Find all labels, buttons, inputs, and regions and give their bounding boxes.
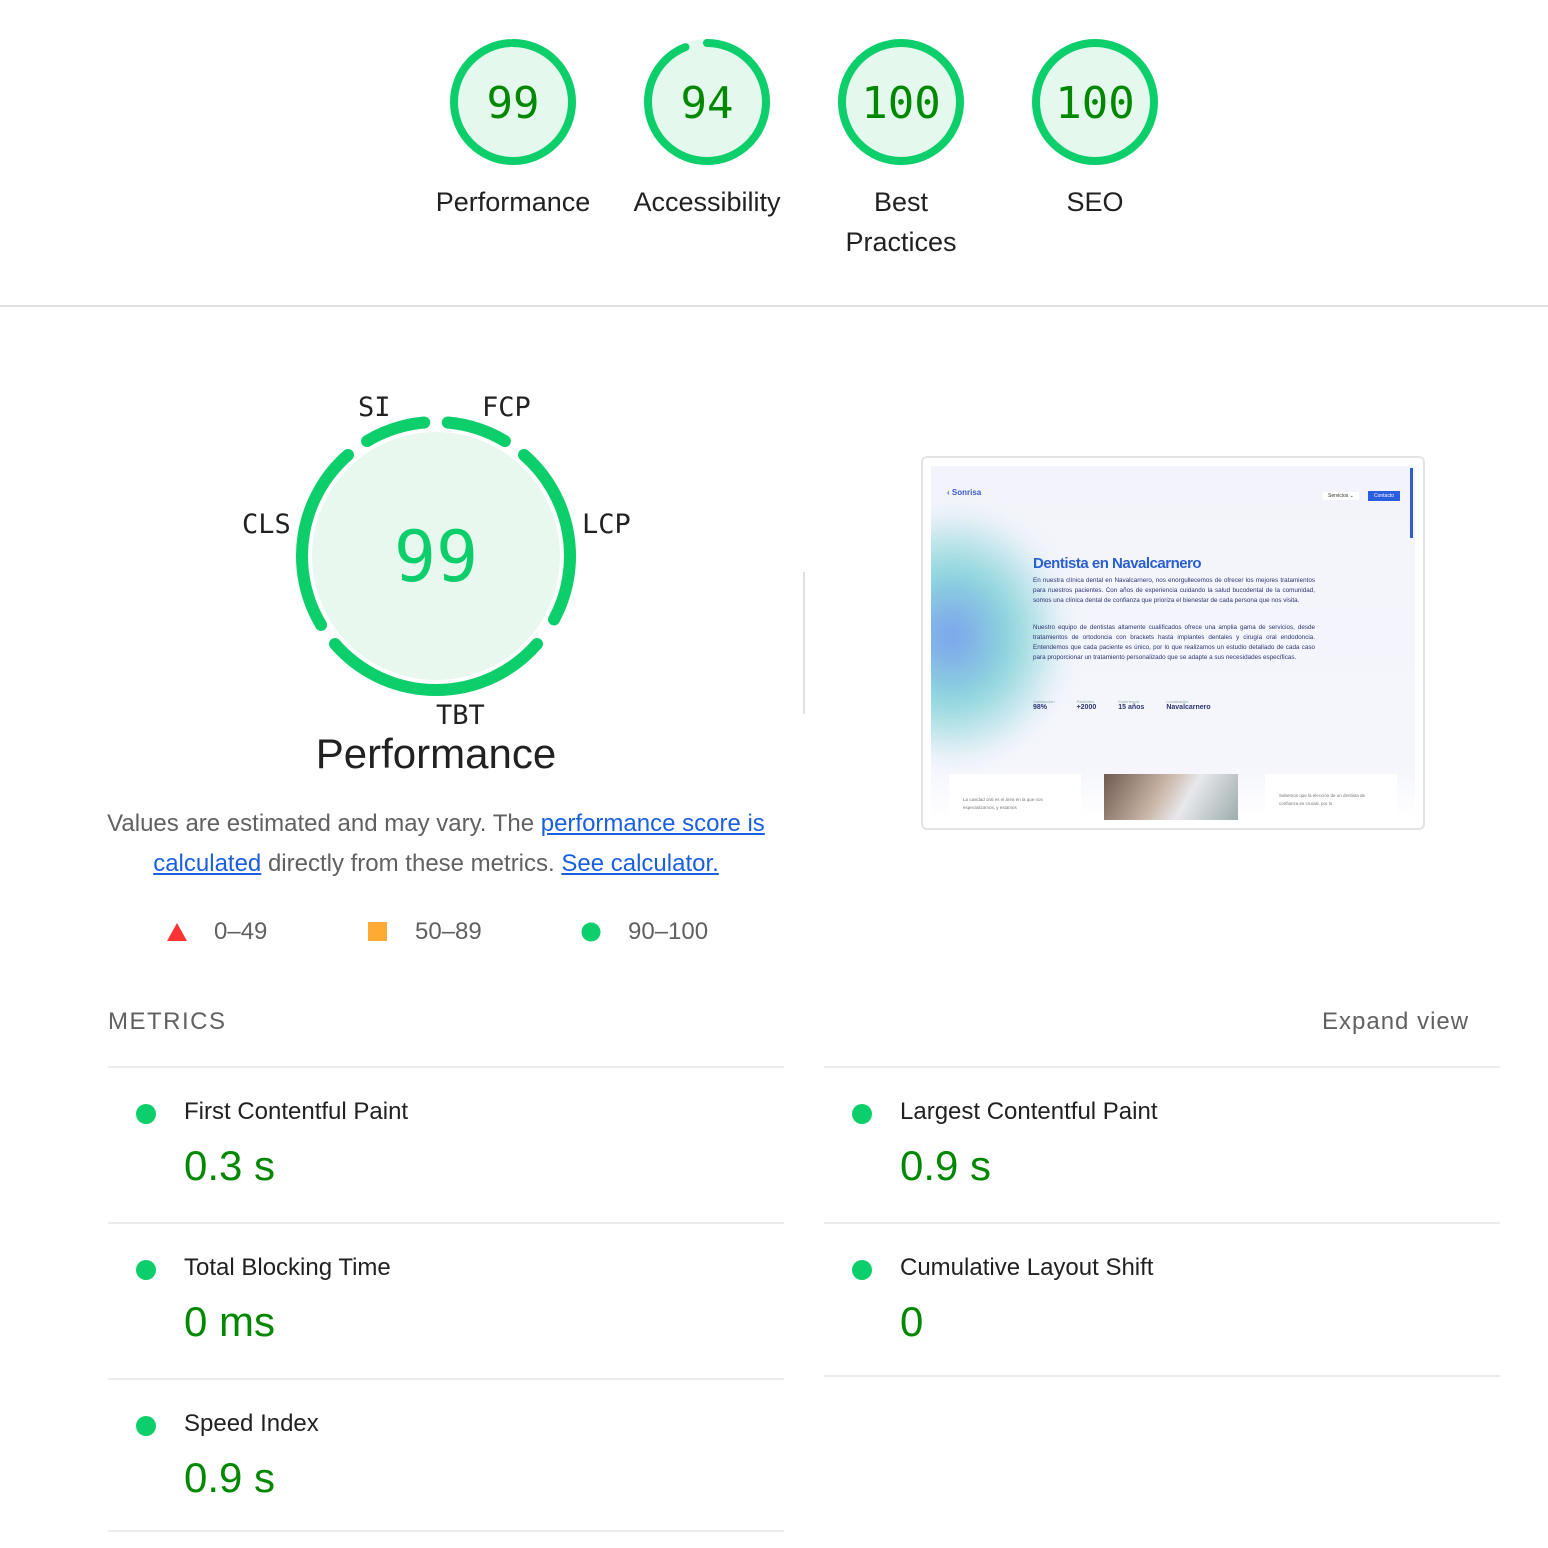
- vertical-divider: [803, 572, 805, 714]
- site-scrollbar: [1410, 468, 1413, 538]
- metric-name: Cumulative Layout Shift: [900, 1254, 1154, 1281]
- legend-average: 50–89: [367, 918, 482, 946]
- site-heading: Dentista en Navalcarnero: [1033, 555, 1202, 572]
- category-gauge-accessibility[interactable]: 94 Accessibility: [617, 36, 797, 222]
- pass-circle-icon: [852, 1260, 872, 1280]
- site-nav-contact: Contacto: [1368, 491, 1401, 501]
- see-calculator-link[interactable]: See calculator.: [561, 850, 718, 877]
- category-gauge-performance[interactable]: 99 Performance: [423, 36, 603, 222]
- gauge-score: 100: [861, 78, 940, 129]
- square-icon: [368, 922, 387, 941]
- gauge-ring: 100: [1032, 39, 1158, 165]
- metrics-heading: METRICS: [108, 1008, 227, 1035]
- metric-name: First Contentful Paint: [184, 1098, 409, 1125]
- site-card: La cavidad oral es el área en la que nos…: [949, 774, 1081, 820]
- legend-pass: 90–100: [580, 918, 708, 946]
- metric-name: Speed Index: [184, 1410, 319, 1437]
- category-gauge-best-practices[interactable]: 100 Best Practices: [811, 36, 991, 262]
- site-stat: Pacientes +2000: [1077, 699, 1097, 711]
- performance-score: 99: [394, 516, 478, 598]
- triangle-icon: [167, 923, 187, 941]
- expand-view-toggle[interactable]: Expand view: [1322, 1008, 1469, 1036]
- site-brand: ‹ Sonrisa: [947, 488, 982, 497]
- gauge-ring: 94: [644, 39, 770, 165]
- metric-largest-contentful-paint: Largest Contentful Paint 0.9 s: [824, 1066, 1500, 1222]
- metric-value: 0 ms: [184, 1298, 276, 1345]
- gauge-label: Best Practices: [845, 187, 957, 257]
- circle-icon: [581, 922, 601, 942]
- performance-gauge: 99: [296, 416, 576, 696]
- site-stats: Satisfacción 98% Pacientes +2000 Experiencia…: [1033, 699, 1233, 711]
- metric-name: Total Blocking Time: [184, 1254, 391, 1281]
- site-nav-services: Servicios ⌄: [1323, 492, 1359, 500]
- stat-value: +2000: [1076, 704, 1097, 711]
- gauge-label: Accessibility: [633, 187, 781, 217]
- metric-name: Largest Contentful Paint: [900, 1098, 1158, 1125]
- desc-text: Values are estimated and may vary. The: [107, 810, 541, 837]
- section-divider: [0, 305, 1548, 307]
- category-gauge-seo[interactable]: 100 SEO: [1005, 36, 1185, 222]
- pass-circle-icon: [136, 1416, 156, 1436]
- metric-value: 0.3 s: [184, 1142, 276, 1189]
- stat-value: 15 años: [1118, 704, 1145, 711]
- legend-range: 50–89: [415, 918, 482, 945]
- pass-circle-icon: [136, 1104, 156, 1124]
- gauge-label-si: SI: [358, 392, 391, 423]
- gauge-label-cls: CLS: [242, 509, 291, 540]
- metric-total-blocking-time: Total Blocking Time 0 ms: [108, 1222, 784, 1378]
- performance-title: Performance: [315, 730, 557, 777]
- brand-text: Sonrisa: [951, 488, 982, 497]
- site-paragraph: En nuestra clínica dental en Navalcarner…: [1033, 577, 1315, 604]
- gauge-label-tbt: TBT: [436, 700, 485, 731]
- divider: [824, 1375, 1500, 1377]
- metric-value: 0.9 s: [900, 1142, 992, 1189]
- dentist-photo: [1104, 774, 1238, 820]
- divider: [108, 1530, 784, 1532]
- desc-text: directly from these metrics.: [261, 850, 562, 877]
- legend-fail: 0–49: [166, 918, 267, 946]
- pass-circle-icon: [852, 1104, 872, 1124]
- legend-range: 0–49: [214, 918, 268, 945]
- pass-circle-icon: [136, 1260, 156, 1280]
- gauge-score: 99: [487, 78, 540, 129]
- gauge-score: 94: [681, 78, 734, 129]
- gauge-ring: 100: [838, 39, 964, 165]
- site-stat: Experiencia 15 años: [1118, 699, 1144, 711]
- metric-value: 0.9 s: [184, 1454, 276, 1501]
- site-stat: Localización Navalcarnero: [1166, 699, 1210, 711]
- legend-range: 90–100: [628, 918, 709, 945]
- metric-value: 0: [900, 1298, 924, 1345]
- performance-description: Values are estimated and may vary. The p…: [96, 804, 776, 884]
- stat-value: 98%: [1033, 704, 1048, 711]
- stat-value: Navalcarnero: [1166, 704, 1211, 711]
- site-paragraph: Nuestro equipo de dentistas altamente cu…: [1033, 624, 1315, 661]
- metric-first-contentful-paint: First Contentful Paint 0.3 s: [108, 1066, 784, 1222]
- site-card: Sabemos que la elección de un dentista d…: [1265, 774, 1397, 820]
- metric-speed-index: Speed Index 0.9 s: [108, 1378, 784, 1534]
- gauge-label-lcp: LCP: [582, 509, 631, 540]
- gauge-ring: 99: [450, 39, 576, 165]
- gauge-label-fcp: FCP: [482, 392, 531, 423]
- gauge-score: 100: [1055, 78, 1134, 129]
- site-stat: Satisfacción 98%: [1033, 699, 1055, 711]
- gauge-label: SEO: [1066, 187, 1124, 217]
- gauge-label: Performance: [435, 187, 591, 217]
- final-screenshot[interactable]: ‹ Sonrisa Servicios ⌄ Contacto Dentista …: [921, 456, 1425, 830]
- metric-cumulative-layout-shift: Cumulative Layout Shift 0: [824, 1222, 1500, 1378]
